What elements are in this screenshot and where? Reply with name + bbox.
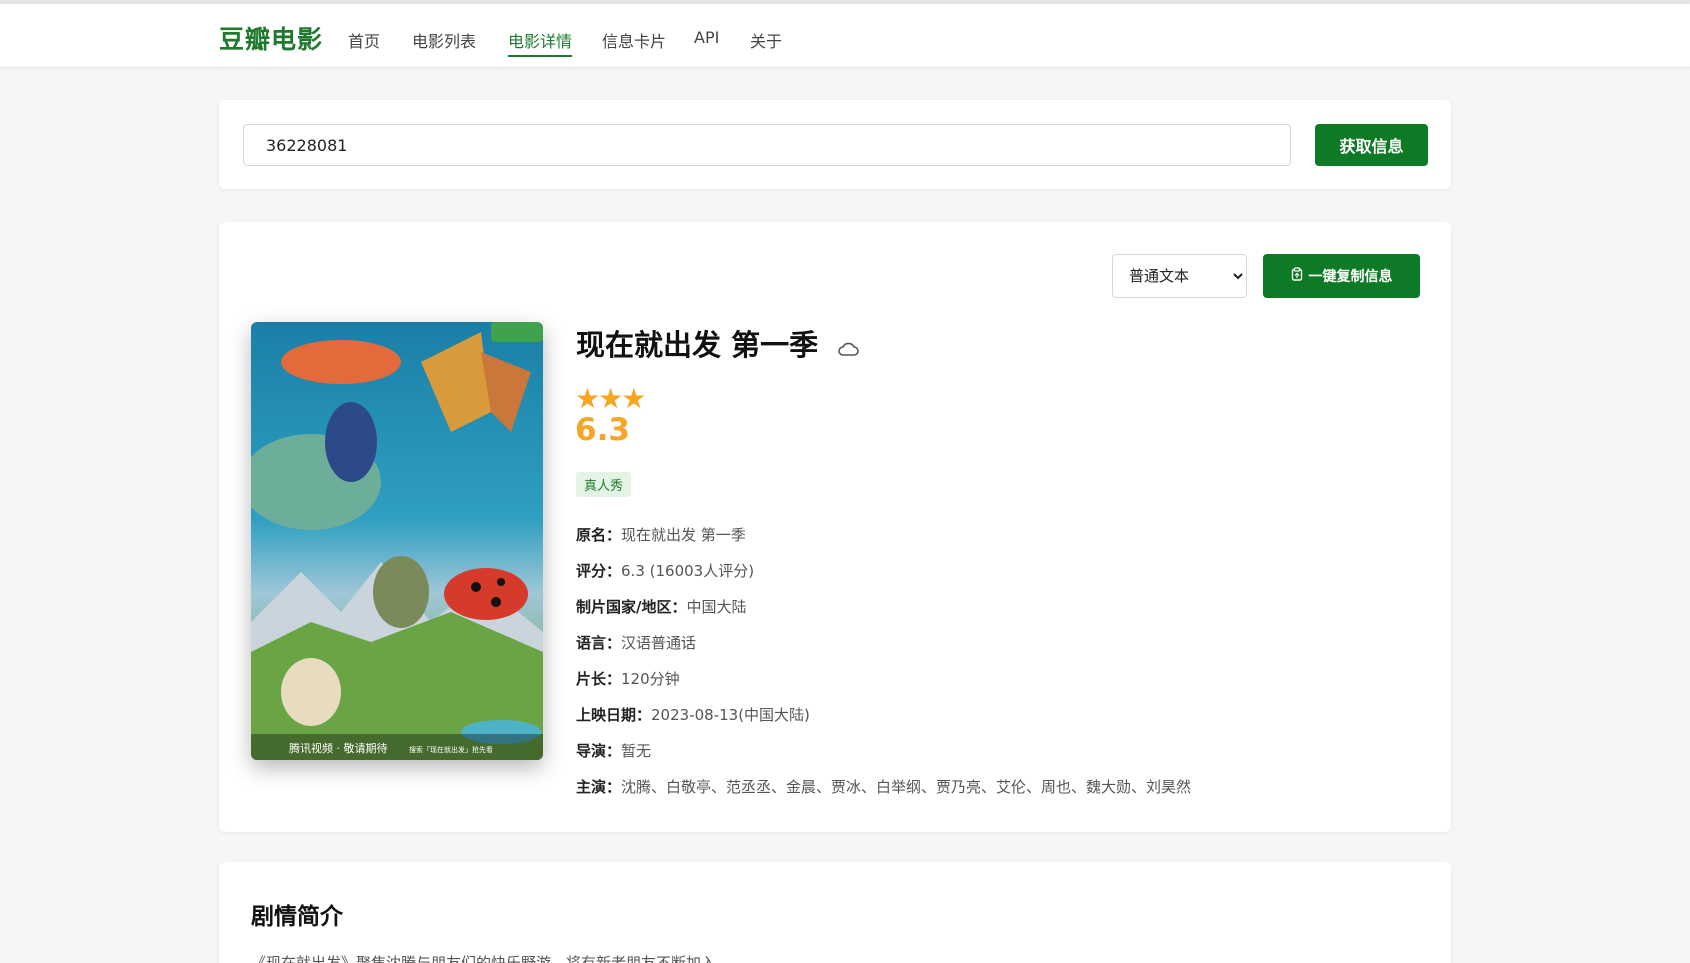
info-key: 原名： xyxy=(576,526,622,544)
nav-item-info-card[interactable]: 信息卡片 xyxy=(602,28,666,52)
info-row-rating: 评分：6.3 (16003人评分) xyxy=(576,560,1191,596)
poster-caption-right: 搜索「现在就出发」抢先看 xyxy=(409,745,493,754)
nav-item-movie-detail[interactable]: 电影详情 xyxy=(508,28,573,57)
copy-info-button[interactable]: 一键复制信息 xyxy=(1263,254,1420,298)
info-value: 沈腾、白敬亭、范丞丞、金晨、贾冰、白举纲、贾乃亮、艾伦、周也、魏大勋、刘昊然 xyxy=(621,778,1192,796)
movie-title: 现在就出发 第一季 xyxy=(576,328,819,362)
info-row-director: 导演：暂无 xyxy=(576,740,1191,776)
format-select[interactable]: 普通文本 xyxy=(1112,254,1247,298)
info-key: 语言： xyxy=(576,634,622,652)
info-value: 2023-08-13(中国大陆) xyxy=(651,706,810,724)
info-row-cast: 主演：沈腾、白敬亭、范丞丞、金晨、贾冰、白举纲、贾乃亮、艾伦、周也、魏大勋、刘昊… xyxy=(576,776,1191,812)
nav-item-home[interactable]: 首页 xyxy=(348,28,380,52)
info-key: 制片国家/地区： xyxy=(576,598,687,616)
poster-caption-left: 腾讯视频 · 敬请期待 xyxy=(289,741,388,755)
info-row-release-date: 上映日期：2023-08-13(中国大陆) xyxy=(576,704,1191,740)
info-key: 上映日期： xyxy=(576,706,652,724)
nav-item-api[interactable]: API xyxy=(694,28,719,47)
plot-heading: 剧情简介 xyxy=(251,904,343,930)
rating-score: 6.3 xyxy=(575,412,630,448)
nav-item-movie-list[interactable]: 电影列表 xyxy=(412,28,476,52)
info-value: 汉语普通话 xyxy=(621,634,697,652)
movie-info-list: 原名：现在就出发 第一季 评分：6.3 (16003人评分) 制片国家/地区：中… xyxy=(576,524,1191,812)
copy-info-label: 一键复制信息 xyxy=(1308,269,1393,285)
genre-tag: 真人秀 xyxy=(576,472,632,497)
fetch-info-button[interactable]: 获取信息 xyxy=(1315,124,1428,166)
plot-summary-card: 剧情简介 《现在就出发》聚焦沈腾与朋友们的快乐野游，将有新老朋友不断加入 xyxy=(219,862,1451,963)
info-row-language: 语言：汉语普通话 xyxy=(576,632,1191,668)
brand-logo[interactable]: 豆瓣电影 xyxy=(219,20,323,56)
rating-stars: ★★★ xyxy=(575,382,646,415)
movie-detail-card: 普通文本 一键复制信息 腾讯视频 · 敬请期待 搜索「现在就出发」抢先看 现在就… xyxy=(219,222,1451,832)
info-value: 暂无 xyxy=(621,742,652,760)
info-value: 6.3 (16003人评分) xyxy=(621,562,755,580)
nav-item-about[interactable]: 关于 xyxy=(750,28,782,52)
navbar: 豆瓣电影 首页 电影列表 电影详情 信息卡片 API 关于 xyxy=(0,4,1690,68)
info-value: 中国大陆 xyxy=(686,598,747,616)
title-row: 现在就出发 第一季 xyxy=(576,322,859,364)
plot-text: 《现在就出发》聚焦沈腾与朋友们的快乐野游，将有新老朋友不断加入 xyxy=(251,954,717,963)
movie-poster: 腾讯视频 · 敬请期待 搜索「现在就出发」抢先看 xyxy=(251,322,543,760)
info-row-original-name: 原名：现在就出发 第一季 xyxy=(576,524,1191,560)
clipboard-icon xyxy=(1291,267,1303,285)
info-row-country: 制片国家/地区：中国大陆 xyxy=(576,596,1191,632)
movie-id-input[interactable] xyxy=(243,124,1291,166)
info-row-runtime: 片长：120分钟 xyxy=(576,668,1191,704)
info-key: 主演： xyxy=(576,778,622,796)
info-key: 评分： xyxy=(576,562,622,580)
info-key: 导演： xyxy=(576,742,622,760)
cloud-icon[interactable] xyxy=(837,341,859,361)
search-card: 获取信息 xyxy=(219,100,1451,189)
info-value: 120分钟 xyxy=(621,670,680,688)
info-key: 片长： xyxy=(576,670,622,688)
info-value: 现在就出发 第一季 xyxy=(621,526,746,544)
